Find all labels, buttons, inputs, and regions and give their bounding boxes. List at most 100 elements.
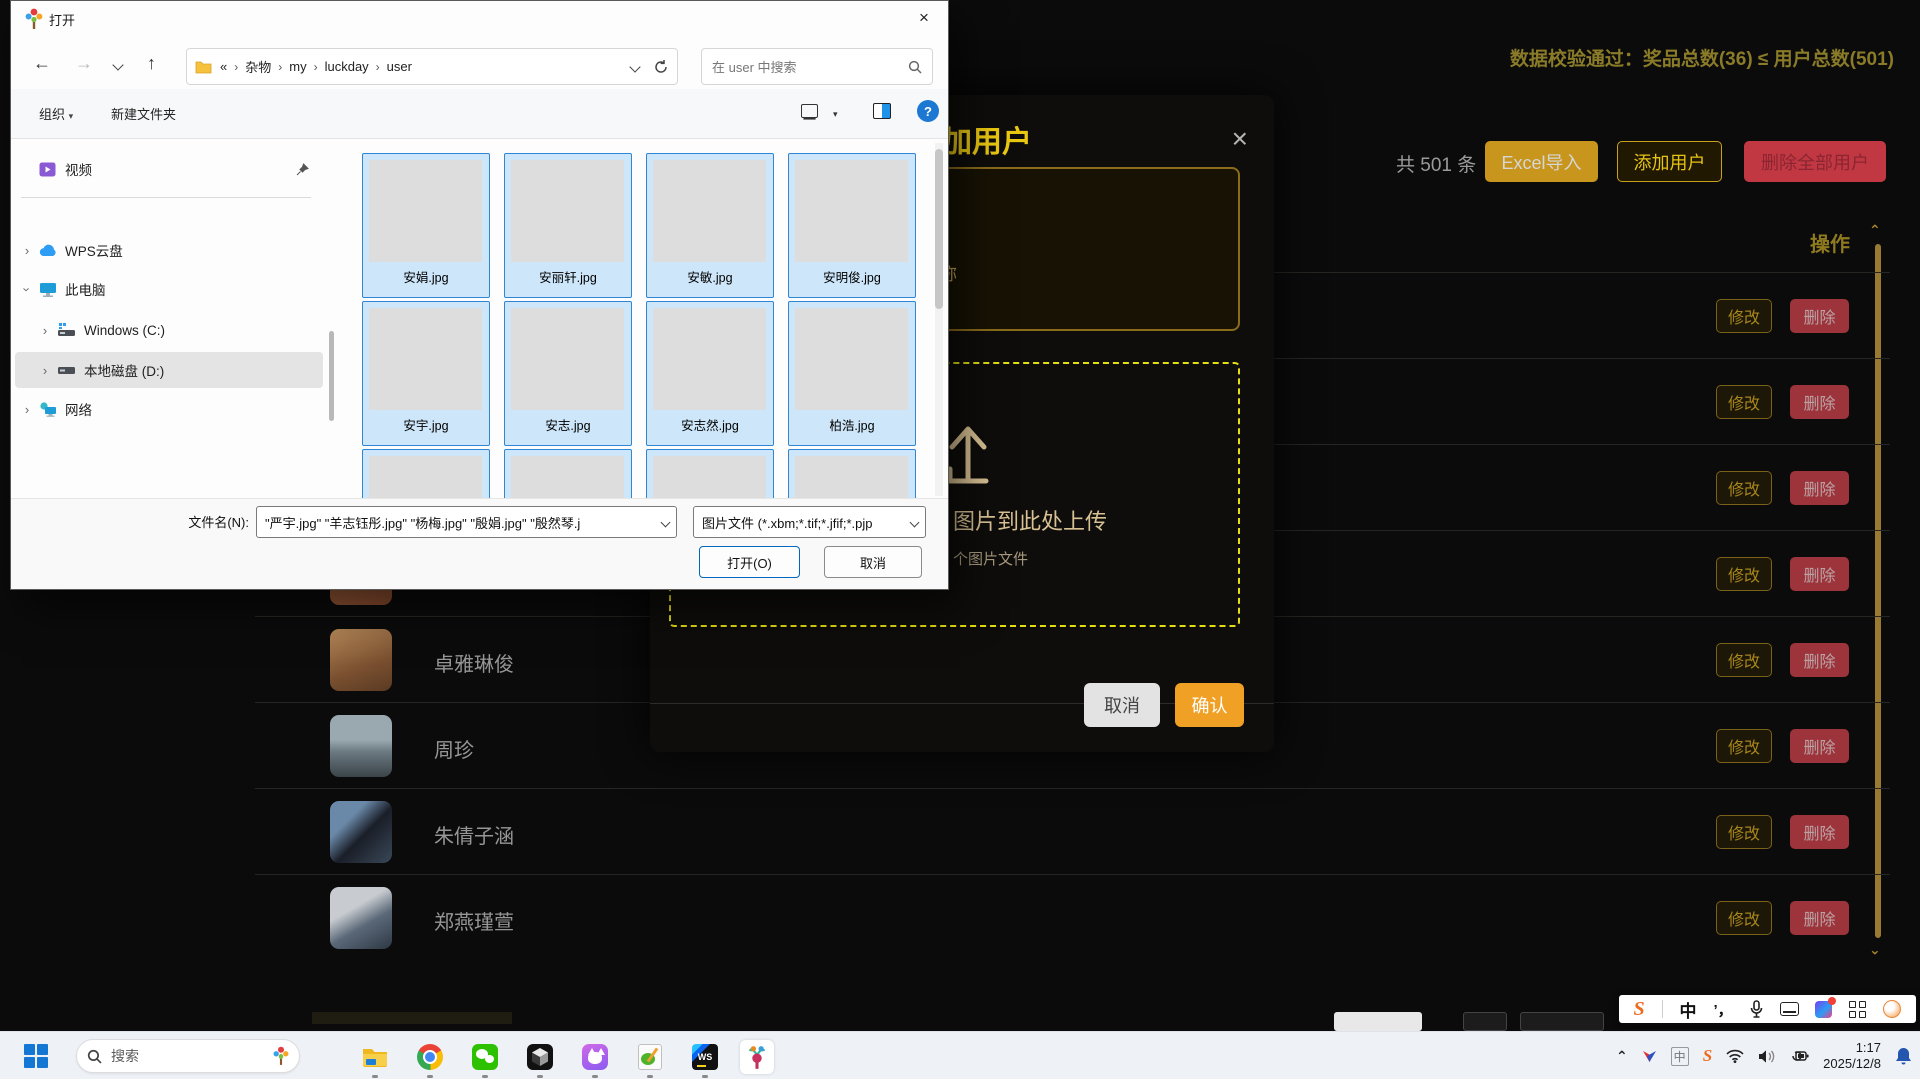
scroll-up-icon[interactable]: ⌃ xyxy=(1869,222,1881,239)
delete-button[interactable]: 删除 xyxy=(1790,385,1849,419)
sidebar-item-network[interactable]: › 网络 xyxy=(15,391,323,427)
expand-chevron-icon[interactable]: › xyxy=(33,363,57,378)
delete-button[interactable]: 删除 xyxy=(1790,557,1849,591)
volume-icon[interactable] xyxy=(1758,1049,1775,1064)
dialog-close-icon[interactable]: × xyxy=(908,4,940,32)
modify-button[interactable]: 修改 xyxy=(1716,557,1772,591)
start-button[interactable] xyxy=(24,1044,48,1068)
recent-locations-chevron-icon[interactable] xyxy=(112,59,123,70)
modify-button[interactable]: 修改 xyxy=(1716,901,1772,935)
taskbar-app-cube[interactable] xyxy=(523,1040,557,1074)
delete-all-users-button[interactable]: 删除全部用户 xyxy=(1744,141,1886,182)
delete-button[interactable]: 删除 xyxy=(1790,901,1849,935)
taskbar-search-input[interactable]: 搜索 xyxy=(76,1039,300,1073)
notification-bell-icon[interactable] xyxy=(1895,1047,1912,1066)
taskbar-app-editplus[interactable] xyxy=(633,1040,667,1074)
file-tile[interactable]: 安志然.jpg xyxy=(646,301,774,446)
scrollbar-thumb[interactable] xyxy=(935,149,943,309)
collapse-chevron-icon[interactable]: › xyxy=(20,277,35,301)
organize-menu[interactable]: 组织 ▾ xyxy=(39,104,73,123)
refresh-icon[interactable] xyxy=(653,59,669,75)
file-tile[interactable]: 安娟.jpg xyxy=(362,153,490,298)
breadcrumb-item[interactable]: my xyxy=(289,59,306,74)
emoji-icon[interactable] xyxy=(1883,1000,1901,1018)
file-tile[interactable]: 安敏.jpg xyxy=(646,153,774,298)
taskbar-app-wechat[interactable] xyxy=(468,1040,502,1074)
breadcrumb[interactable]: « › 杂物 › my › luckday › user xyxy=(186,48,678,85)
sidebar-item-this-pc[interactable]: › 此电脑 xyxy=(15,271,323,307)
sogou-logo-icon[interactable]: S xyxy=(1633,998,1644,1021)
up-icon[interactable]: ↑ xyxy=(147,53,156,74)
keyboard-icon[interactable] xyxy=(1780,1002,1799,1016)
modify-button[interactable]: 修改 xyxy=(1716,385,1772,419)
new-folder-button[interactable]: 新建文件夹 xyxy=(111,104,176,123)
ime-punctuation-icon[interactable]: ’， xyxy=(1713,999,1732,1020)
file-tile[interactable] xyxy=(504,449,632,498)
taskbar-clock[interactable]: 1:17 2025/12/8 xyxy=(1823,1040,1881,1072)
delete-button[interactable]: 删除 xyxy=(1790,299,1849,333)
expand-chevron-icon[interactable]: › xyxy=(15,243,39,258)
tray-ime-indicator[interactable]: 中 xyxy=(1671,1047,1689,1066)
open-button[interactable]: 打开(O) xyxy=(699,546,800,578)
file-tile[interactable]: 安宇.jpg xyxy=(362,301,490,446)
taskbar-app-webstorm[interactable]: WS xyxy=(688,1040,722,1074)
sidebar-scrollbar[interactable] xyxy=(329,331,334,421)
taskbar-app-luckdraw-active[interactable] xyxy=(740,1040,774,1074)
sidebar-item-drive-d[interactable]: › 本地磁盘 (D:) xyxy=(15,352,323,388)
taskbar-app-chrome[interactable] xyxy=(413,1040,447,1074)
excel-import-button[interactable]: Excel导入 xyxy=(1485,141,1598,182)
filename-input[interactable]: "严宇.jpg" "羊志钰彤.jpg" "杨梅.jpg" "殷娟.jpg" "殷… xyxy=(256,506,677,538)
file-tile[interactable]: 安丽轩.jpg xyxy=(504,153,632,298)
toolbox-grid-icon[interactable] xyxy=(1849,1001,1866,1018)
filetype-dropdown-icon[interactable] xyxy=(910,518,920,528)
modify-button[interactable]: 修改 xyxy=(1716,299,1772,333)
tray-color-icon[interactable] xyxy=(1642,1049,1657,1064)
dialog-cancel-button[interactable]: 取消 xyxy=(824,546,922,578)
wifi-icon[interactable] xyxy=(1726,1049,1744,1063)
skin-icon[interactable] xyxy=(1815,1001,1832,1018)
delete-button[interactable]: 删除 xyxy=(1790,471,1849,505)
forward-icon[interactable]: → xyxy=(75,53,93,74)
battery-icon[interactable] xyxy=(1789,1050,1809,1062)
modify-button[interactable]: 修改 xyxy=(1716,729,1772,763)
sidebar-item-drive-c[interactable]: › Windows (C:) xyxy=(15,312,323,348)
file-list-scrollbar[interactable] xyxy=(935,143,943,496)
tray-sogou-icon[interactable]: S xyxy=(1703,1046,1712,1066)
preview-pane-icon[interactable] xyxy=(873,103,891,119)
file-tile[interactable]: 安志.jpg xyxy=(504,301,632,446)
modify-button[interactable]: 修改 xyxy=(1716,471,1772,505)
file-tile[interactable]: 柏浩.jpg xyxy=(788,301,916,446)
view-mode-icon[interactable] xyxy=(801,104,818,118)
dialog-search-input[interactable]: 在 user 中搜索 xyxy=(701,48,933,85)
tray-expand-icon[interactable]: ⌃ xyxy=(1616,1048,1628,1065)
modify-button[interactable]: 修改 xyxy=(1716,815,1772,849)
help-icon[interactable]: ? xyxy=(917,100,939,122)
modal-cancel-button[interactable]: 取消 xyxy=(1084,683,1160,727)
microphone-icon[interactable] xyxy=(1750,1000,1763,1018)
delete-button[interactable]: 删除 xyxy=(1790,815,1849,849)
breadcrumb-item[interactable]: luckday xyxy=(325,59,369,74)
expand-chevron-icon[interactable]: › xyxy=(33,323,57,338)
close-icon[interactable]: × xyxy=(1232,123,1248,155)
breadcrumb-item[interactable]: 杂物 xyxy=(245,57,271,76)
breadcrumb-item[interactable]: user xyxy=(387,59,412,74)
taskbar-app-cat[interactable] xyxy=(578,1040,612,1074)
modify-button[interactable]: 修改 xyxy=(1716,643,1772,677)
add-user-button[interactable]: 添加用户 xyxy=(1617,141,1722,182)
expand-chevron-icon[interactable]: › xyxy=(15,402,39,417)
sidebar-item-wps-cloud[interactable]: › WPS云盘 xyxy=(15,232,323,268)
ime-chinese-mode-icon[interactable]: 中 xyxy=(1680,997,1697,1022)
filename-dropdown-icon[interactable] xyxy=(661,518,671,528)
file-tile[interactable]: 安明俊.jpg xyxy=(788,153,916,298)
delete-button[interactable]: 删除 xyxy=(1790,643,1849,677)
file-tile[interactable] xyxy=(788,449,916,498)
sidebar-item-videos[interactable]: 视频 xyxy=(15,151,323,187)
delete-button[interactable]: 删除 xyxy=(1790,729,1849,763)
taskbar-app-file-explorer[interactable] xyxy=(358,1040,392,1074)
file-tile[interactable] xyxy=(362,449,490,498)
back-icon[interactable]: ← xyxy=(33,53,51,74)
filetype-select[interactable]: 图片文件 (*.xbm;*.tif;*.jfif;*.pjp xyxy=(693,506,926,538)
address-dropdown-icon[interactable] xyxy=(629,61,640,72)
file-tile[interactable] xyxy=(646,449,774,498)
view-mode-chevron-icon[interactable]: ▾ xyxy=(833,109,838,120)
